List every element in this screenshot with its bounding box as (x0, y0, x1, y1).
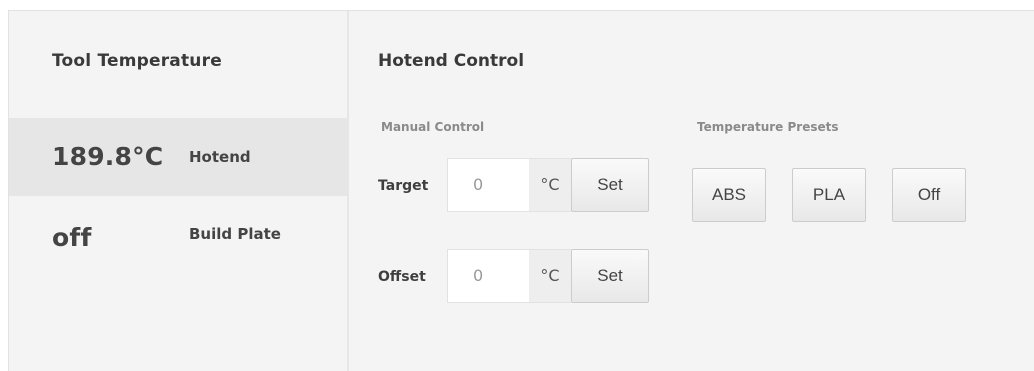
hotend-label: Hotend (189, 148, 251, 166)
preset-off-button[interactable]: Off (892, 168, 966, 222)
offset-unit: °C (529, 249, 571, 303)
build-plate-label: Build Plate (189, 225, 281, 243)
hotend-control-panel: Hotend Control Manual Control Temperatur… (351, 11, 1034, 371)
preset-pla-button[interactable]: PLA (792, 168, 866, 222)
manual-control-title: Manual Control (381, 120, 485, 134)
temperature-presets-title: Temperature Presets (697, 120, 839, 134)
tool-temperature-panel: Tool Temperature 189.8°C Hotend off Buil… (9, 11, 349, 371)
build-plate-temperature-row[interactable]: off Build Plate (9, 196, 347, 274)
tool-temperature-title: Tool Temperature (52, 51, 222, 71)
target-input-group: 0 °C Set (447, 158, 649, 212)
target-temperature-input[interactable]: 0 (447, 158, 529, 212)
offset-input-group: 0 °C Set (447, 249, 649, 303)
build-plate-temperature-value: off (52, 223, 92, 252)
offset-label: Offset (378, 269, 426, 285)
hotend-temperature-row[interactable]: 189.8°C Hotend (9, 118, 347, 196)
target-set-button[interactable]: Set (571, 158, 649, 212)
temperature-widget: Tool Temperature 189.8°C Hotend off Buil… (8, 10, 1034, 371)
preset-abs-button[interactable]: ABS (692, 168, 766, 222)
hotend-control-title: Hotend Control (378, 51, 525, 71)
target-label: Target (378, 178, 429, 194)
target-unit: °C (529, 158, 571, 212)
hotend-temperature-value: 189.8°C (52, 142, 164, 171)
offset-set-button[interactable]: Set (571, 249, 649, 303)
offset-temperature-input[interactable]: 0 (447, 249, 529, 303)
